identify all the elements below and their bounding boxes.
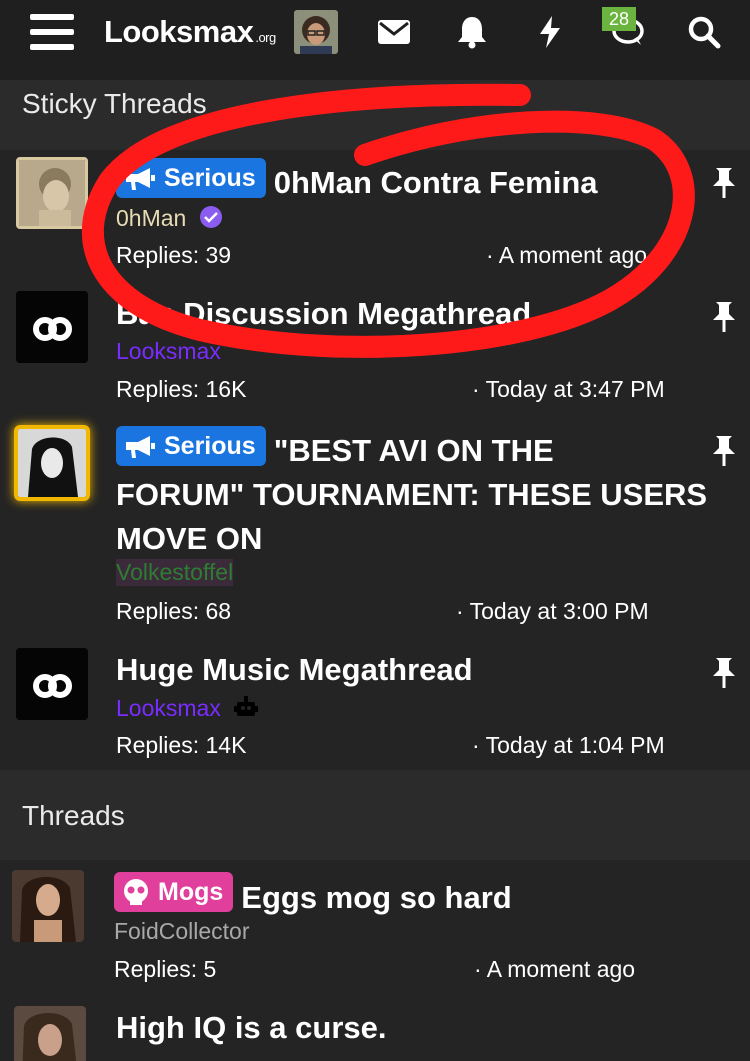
thread-avatar[interactable] <box>14 425 90 501</box>
menu-icon[interactable] <box>30 12 74 52</box>
prefix-label: Mogs <box>158 878 224 906</box>
megaphone-icon <box>126 436 155 458</box>
robot-icon <box>234 696 259 716</box>
logo-text: Looksmax <box>104 14 254 49</box>
last-post-time[interactable]: · A moment ago <box>486 242 647 269</box>
author-name: Volkestoffel <box>116 559 234 585</box>
section-title: Threads <box>22 800 125 831</box>
verified-badge-icon <box>199 206 222 228</box>
looksmax-logo-icon <box>16 291 88 363</box>
thread-row[interactable]: High IQ is a curse. <box>0 1000 750 1061</box>
top-navigation-bar: Looksmax .org 28 <box>0 0 750 80</box>
looksmax-logo-icon <box>16 648 88 720</box>
prefix-label: Serious <box>164 164 256 192</box>
user-avatar[interactable] <box>294 10 338 54</box>
thread-title-text: "BEST AVI ON THE <box>273 433 554 468</box>
thread-title-text: Eggs mog so hard <box>241 880 512 915</box>
thread-title[interactable]: Serious 0hMan Contra Femina <box>116 158 598 205</box>
prefix-serious[interactable]: Serious <box>116 158 266 198</box>
pin-icon <box>710 656 738 690</box>
reply-count: Replies: 5 <box>114 956 217 982</box>
envelope-icon[interactable] <box>372 10 416 54</box>
pin-icon <box>710 300 738 334</box>
reply-count: Replies: 16K <box>116 376 247 402</box>
thread-title-text: 0hMan Contra Femina <box>273 165 598 200</box>
lightning-icon[interactable] <box>528 10 572 54</box>
prefix-label: Serious <box>164 432 256 460</box>
thread-title-text: Huge Music Megathread <box>116 652 473 687</box>
thread-title[interactable]: Mogs Eggs mog so hard <box>114 872 512 920</box>
author-name: Looksmax <box>116 695 221 721</box>
sticky-threads-header: Sticky Threads <box>0 80 750 150</box>
logo-suffix: .org <box>255 29 276 45</box>
last-post-time[interactable]: · Today at 3:47 PM <box>472 376 665 403</box>
thread-row[interactable]: Ban Discussion Megathread Looksmax Repli… <box>0 285 750 422</box>
thread-avatar[interactable] <box>16 157 88 229</box>
thread-title-text: MOVE ON <box>116 521 263 556</box>
thread-title-text: FORUM" TOURNAMENT: THESE USERS <box>116 477 708 512</box>
thread-author[interactable]: Looksmax <box>116 338 221 365</box>
author-name: Looksmax <box>116 338 221 364</box>
author-name: FoidCollector <box>114 918 250 944</box>
pin-icon <box>710 166 738 200</box>
thread-title-text: Ban Discussion Megathread <box>116 296 532 331</box>
reply-count: Replies: 68 <box>116 598 232 624</box>
thread-author[interactable]: Looksmax <box>116 694 259 722</box>
thread-avatar[interactable] <box>14 1006 86 1061</box>
notification-badge: 28 <box>602 7 636 31</box>
thread-title[interactable]: Serious "BEST AVI ON THE FORUM" TOURNAME… <box>116 426 736 561</box>
thread-row[interactable]: Mogs Eggs mog so hard FoidCollector Repl… <box>0 860 750 1000</box>
site-logo[interactable]: Looksmax .org <box>104 12 276 52</box>
thread-row[interactable]: Serious "BEST AVI ON THE FORUM" TOURNAME… <box>0 422 750 644</box>
thread-title[interactable]: High IQ is a curse. <box>116 1006 386 1050</box>
thread-author[interactable]: 0hMan <box>116 205 223 232</box>
skull-icon <box>124 879 148 905</box>
thread-author[interactable]: Volkestoffel <box>116 559 234 586</box>
thread-row[interactable]: Serious 0hMan Contra Femina 0hMan Replie… <box>0 150 750 285</box>
thread-avatar[interactable] <box>12 870 84 942</box>
thread-avatar[interactable] <box>16 648 88 720</box>
thread-title[interactable]: Huge Music Megathread <box>116 648 473 692</box>
author-name: 0hMan <box>116 205 187 231</box>
last-post-time[interactable]: · Today at 3:00 PM <box>456 598 649 625</box>
pin-icon <box>710 434 738 468</box>
reply-count: Replies: 39 <box>116 242 232 268</box>
last-post-time[interactable]: · Today at 1:04 PM <box>472 732 665 759</box>
prefix-serious[interactable]: Serious <box>116 426 266 466</box>
section-title: Sticky Threads <box>22 88 207 119</box>
search-icon[interactable] <box>682 10 726 54</box>
prefix-mogs[interactable]: Mogs <box>114 872 234 912</box>
megaphone-icon <box>126 168 155 190</box>
thread-title[interactable]: Ban Discussion Megathread <box>116 292 531 336</box>
threads-header: Threads <box>0 770 750 860</box>
reply-count: Replies: 14K <box>116 732 247 758</box>
thread-author[interactable]: FoidCollector <box>114 918 250 945</box>
thread-avatar[interactable] <box>16 291 88 363</box>
last-post-time[interactable]: · A moment ago <box>474 956 635 983</box>
thread-title-text: High IQ is a curse. <box>116 1010 387 1045</box>
bell-icon[interactable] <box>450 10 494 54</box>
thread-row[interactable]: Huge Music Megathread Looksmax Replies: … <box>0 644 750 770</box>
